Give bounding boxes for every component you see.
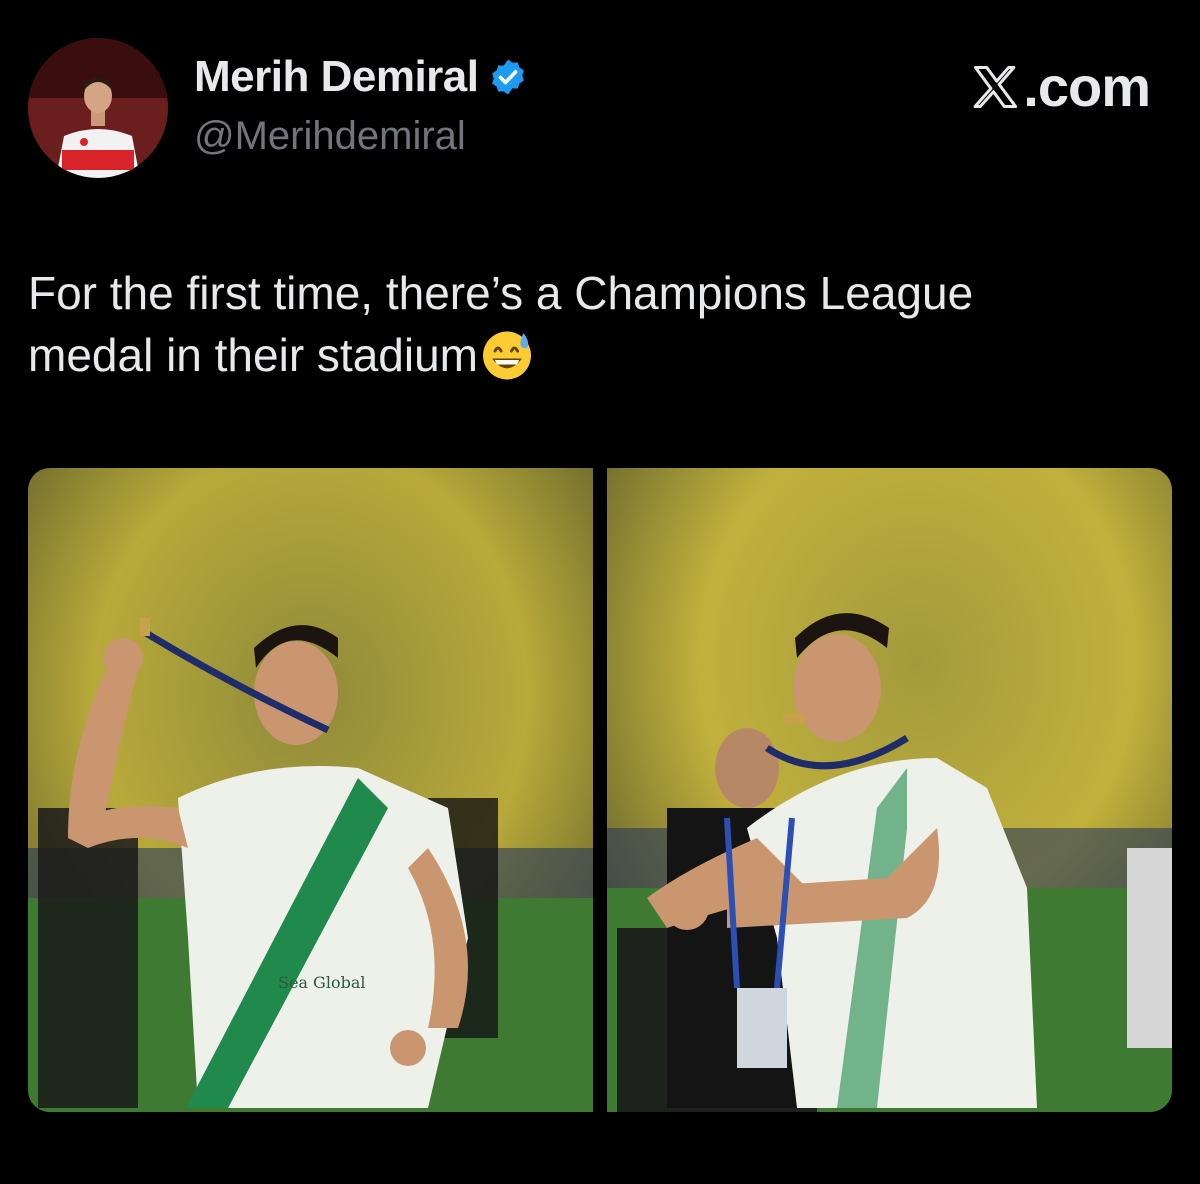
grinning-sweat-emoji-icon <box>482 331 531 380</box>
media-photo-1[interactable]: Sea Global <box>28 468 593 1112</box>
media-photo-2[interactable] <box>607 468 1172 1112</box>
x-logo-icon <box>973 65 1018 108</box>
player-medal-bite-photo-right <box>607 468 1172 1112</box>
player-medal-photo-left: Sea Global <box>28 468 593 1112</box>
display-name-text: Merih Demiral <box>194 52 479 101</box>
verified-badge-icon <box>492 59 525 95</box>
tweet-media[interactable]: Sea Global <box>28 468 1172 1112</box>
tweet-text: For the first time, there’s a Champions … <box>28 262 1178 386</box>
x-brand-link[interactable]: .com <box>969 54 1151 119</box>
jersey-sponsor-text-left: Sea Global <box>278 973 365 992</box>
author-handle[interactable]: @Merihdemiral <box>194 114 466 159</box>
author-display-name[interactable]: Merih Demiral <box>194 52 528 102</box>
tweet-text-line-2-text: medal in their stadium <box>28 329 478 381</box>
author-avatar[interactable] <box>28 38 168 178</box>
avatar-photo <box>28 38 168 178</box>
tweet-text-line-2: medal in their stadium <box>28 324 1178 386</box>
tweet-text-line-1: For the first time, there’s a Champions … <box>28 267 974 319</box>
brand-domain-text: .com <box>1023 55 1151 118</box>
